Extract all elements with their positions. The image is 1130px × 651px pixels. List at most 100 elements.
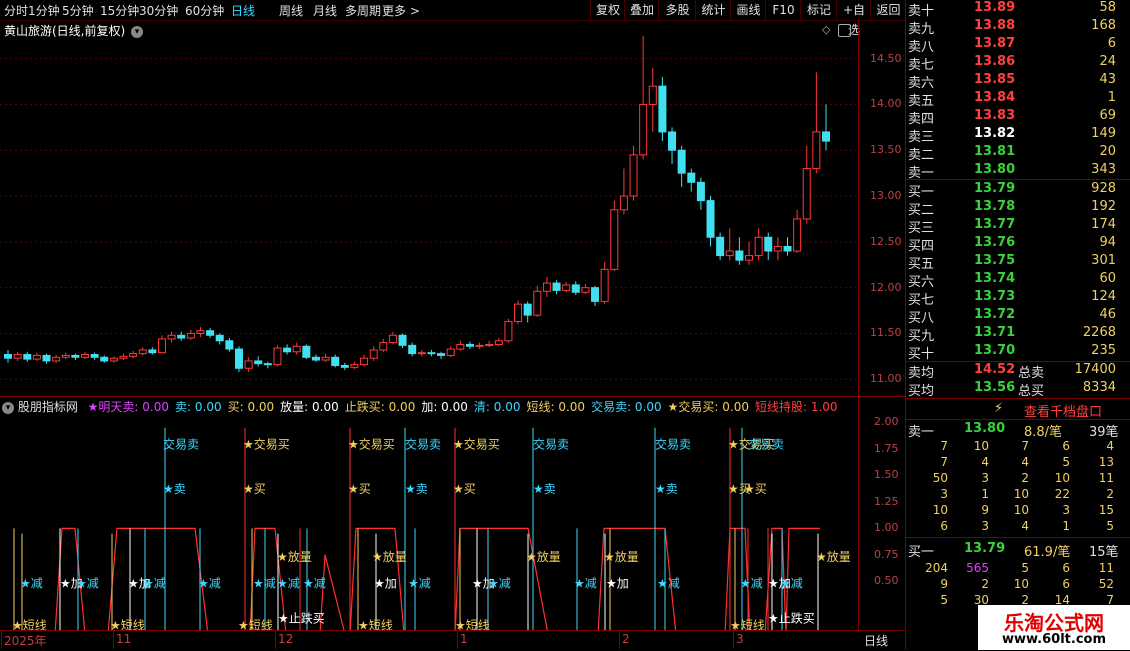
period-tab-4[interactable]: 30分钟 [139,2,178,19]
candle-body[interactable] [783,245,792,252]
candle-body[interactable] [687,172,696,183]
candle-body[interactable] [119,355,128,359]
candle-body[interactable] [754,236,763,257]
candle-body[interactable] [437,353,446,356]
candle-body[interactable] [802,168,811,220]
candle-body[interactable] [581,287,590,293]
toolbar-button-8[interactable]: 返回 [870,0,906,20]
indicator-name[interactable]: 股朋指标网 [18,400,78,414]
candle-body[interactable] [706,200,715,238]
candle-body[interactable] [542,282,551,292]
candle-body[interactable] [292,345,301,353]
candle-body[interactable] [696,181,705,202]
candle-body[interactable] [764,236,773,252]
candle-body[interactable] [677,149,686,174]
candle-body[interactable] [350,364,359,368]
candle-body[interactable] [157,338,166,354]
candle-body[interactable] [514,303,523,323]
bid-row[interactable]: 买五 13.75 301 [906,253,1126,272]
candle-body[interactable] [745,255,754,261]
candle-body[interactable] [254,360,263,365]
period-tab-6[interactable]: 日线 [231,2,255,19]
candle-body[interactable] [533,290,542,316]
candle-body[interactable] [523,303,532,316]
bid-row[interactable]: 买七 13.73 124 [906,289,1126,308]
candle-body[interactable] [639,103,648,156]
ask-row[interactable]: 卖二 13.81 20 [906,144,1126,163]
candle-body[interactable] [311,356,320,361]
candle-body[interactable] [812,131,821,170]
candle-body[interactable] [244,360,253,369]
candle-body[interactable] [273,347,282,366]
toolbar-button-5[interactable]: F10 [765,0,801,20]
period-tab-3[interactable]: 15分钟 [100,2,139,19]
candle-body[interactable] [32,354,41,360]
ask-row[interactable]: 卖五 13.84 1 [906,90,1126,109]
candle-body[interactable] [427,352,436,355]
candle-body[interactable] [71,354,80,358]
bid-row[interactable]: 买二 13.78 192 [906,199,1126,218]
candle-body[interactable] [658,85,667,133]
bid-row[interactable]: 买八 13.72 46 [906,307,1126,326]
candle-body[interactable] [773,245,782,252]
candle-body[interactable] [552,282,561,291]
candle-body[interactable] [369,349,378,359]
candle-body[interactable] [591,287,600,302]
candle-body[interactable] [600,268,609,302]
ask-row[interactable]: 卖一 13.80 343 [906,162,1126,181]
candle-body[interactable] [494,340,503,345]
candle-body[interactable] [571,284,580,293]
bid-row[interactable]: 买四 13.76 94 [906,235,1126,254]
period-tab-5[interactable]: 60分钟 [185,2,224,19]
candle-body[interactable] [360,357,369,366]
candle-body[interactable] [302,345,311,358]
candle-body[interactable] [456,343,465,350]
candle-body[interactable] [648,85,657,105]
candle-body[interactable] [716,236,725,257]
candle-body[interactable] [475,344,484,347]
bid-row[interactable]: 买九 13.71 2268 [906,325,1126,344]
ask-row[interactable]: 卖七 13.86 24 [906,54,1126,73]
toolbar-button-6[interactable]: 标记 [800,0,837,20]
ask-row[interactable]: 卖四 13.83 69 [906,108,1126,127]
candle-body[interactable] [100,356,109,362]
view-depth-button[interactable]: 查看千档盘口 [1024,401,1102,420]
candle-body[interactable] [321,356,330,361]
candle-body[interactable] [263,363,272,366]
bid-row[interactable]: 买三 13.77 174 [906,217,1126,236]
toolbar-button-4[interactable]: 画线 [730,0,766,20]
candle-body[interactable] [177,334,186,339]
candle-body[interactable] [417,352,426,355]
indicator-chart[interactable]: 交易卖 ★交易买 ★交易买 交易卖 ★交易买 交易卖 交易卖 ★交易买交易卖★卖 ★买 ★买 ★卖 ★… [0,414,858,630]
candle-body[interactable] [215,334,224,342]
candle-body[interactable] [23,354,32,360]
candle-body[interactable] [408,344,417,355]
candle-body[interactable] [379,342,388,351]
candle-body[interactable] [668,131,677,151]
candle-body[interactable] [465,343,474,347]
candle-body[interactable] [283,347,292,353]
candle-body[interactable] [610,209,619,270]
bid-row[interactable]: 买十 13.70 235 [906,343,1126,362]
candle-body[interactable] [629,154,638,197]
ask-row[interactable]: 卖八 13.87 6 [906,36,1126,55]
chevron-down-icon[interactable]: ▾ [2,401,14,414]
bid-row[interactable]: 买六 13.74 60 [906,271,1126,290]
candle-body[interactable] [388,334,397,344]
toolbar-button-3[interactable]: 统计 [695,0,731,20]
ask-row[interactable]: 卖九 13.88 168 [906,18,1126,37]
toolbar-button-0[interactable]: 复权 [590,0,625,20]
period-tab-0[interactable]: 分时 [4,2,28,19]
candle-body[interactable] [793,218,802,252]
candle-body[interactable] [196,330,205,334]
candle-body[interactable] [148,349,157,354]
candle-body[interactable] [725,250,734,257]
candle-body[interactable] [61,354,70,358]
candlestick-chart[interactable] [0,20,905,395]
candle-body[interactable] [340,365,349,368]
ask-row[interactable]: 卖十 13.89 58 [906,0,1126,19]
candle-body[interactable] [446,348,455,356]
candle-body[interactable] [90,354,99,358]
ask-row[interactable]: 卖六 13.85 43 [906,72,1126,91]
candle-body[interactable] [138,349,147,355]
